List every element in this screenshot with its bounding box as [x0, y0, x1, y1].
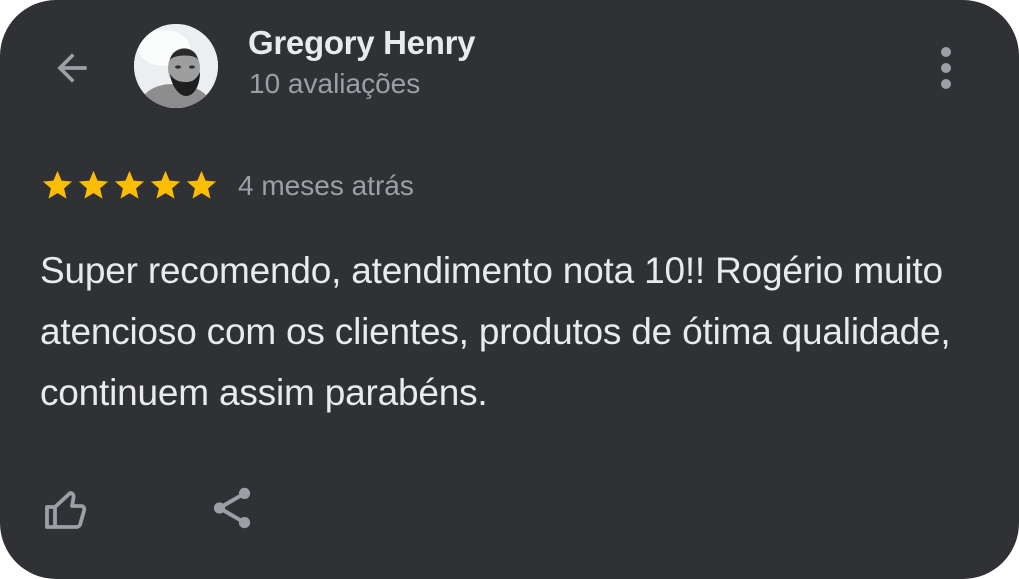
star-icon	[78, 170, 109, 199]
like-button[interactable]	[36, 478, 100, 542]
arrow-back-icon	[57, 53, 87, 83]
review-text: Super recomendo, atendimento nota 10!! R…	[40, 250, 951, 413]
star-icon	[186, 170, 217, 199]
star-icon	[114, 170, 145, 199]
reviewer-photo	[134, 24, 218, 108]
star-rating	[40, 168, 219, 203]
share-button[interactable]	[200, 476, 264, 540]
back-button[interactable]	[44, 40, 100, 96]
review-time: 4 meses atrás	[238, 170, 414, 201]
reviewer-name[interactable]: Gregory Henry	[248, 24, 475, 62]
more-vert-icon	[941, 47, 951, 89]
review-count: 10 avaliações	[249, 68, 421, 99]
star-icon	[42, 170, 73, 199]
star-icon	[150, 170, 181, 199]
avatar[interactable]	[134, 24, 218, 108]
more-options-button[interactable]	[924, 40, 968, 96]
share-icon	[213, 487, 251, 529]
thumb-up-icon	[45, 491, 87, 529]
review-card: Gregory Henry 10 avaliações 4 meses atrá…	[0, 0, 1019, 579]
